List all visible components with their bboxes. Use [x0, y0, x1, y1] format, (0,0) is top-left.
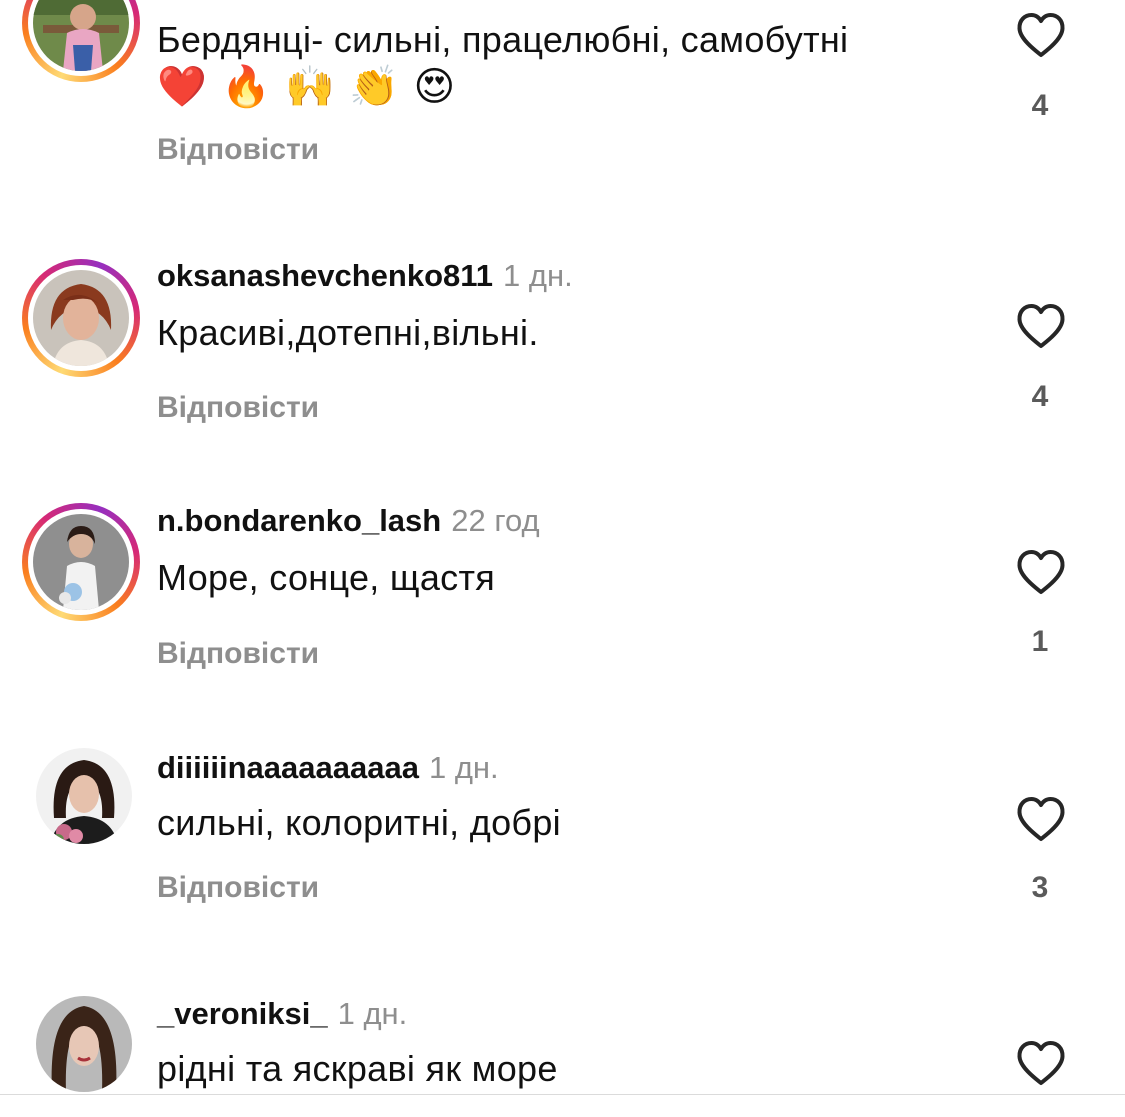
avatar-photo [36, 748, 132, 844]
avatar[interactable] [22, 503, 140, 621]
comment-header: _veroniksi_ 1 дн. [157, 996, 407, 1032]
avatar[interactable] [22, 0, 140, 82]
timestamp: 1 дн. [337, 996, 408, 1031]
timestamp: 1 дн. [503, 258, 573, 293]
avatar[interactable] [22, 259, 140, 377]
comment-text: Красиві,дотепні,вільні. [157, 312, 539, 353]
username[interactable]: oksanashevchenko811 [157, 258, 493, 293]
like-count[interactable]: 4 [1020, 380, 1060, 414]
username[interactable]: _veroniksi_ [157, 996, 328, 1031]
comment-text: Море, сонце, щастя [157, 557, 496, 598]
reply-button[interactable]: Відповісти [157, 871, 319, 905]
comment-text: сильні, колоритні, добрі [157, 802, 561, 843]
reply-button[interactable]: Відповісти [157, 637, 319, 671]
username[interactable]: diiiiiinaaaaaaaaaa [157, 750, 419, 785]
heart-outline-icon[interactable] [1016, 12, 1066, 58]
timestamp: 1 дн. [428, 750, 499, 785]
comment-text: Бердянці- сильні, працелюбні, самобутні [157, 19, 849, 60]
heart-outline-icon[interactable] [1016, 1040, 1066, 1086]
heart-emoji: ❤️ [157, 65, 208, 109]
bottom-divider [0, 1094, 1125, 1117]
heart-outline-icon[interactable] [1016, 303, 1066, 349]
reply-button[interactable]: Відповісти [157, 391, 319, 425]
avatar-photo [33, 0, 129, 71]
avatar-photo [33, 514, 129, 610]
like-count[interactable]: 1 [1020, 625, 1060, 659]
comment-text: рідні та яскраві як море [157, 1048, 558, 1089]
heart-outline-icon[interactable] [1016, 549, 1066, 595]
fire-emoji: 🔥 [221, 65, 272, 109]
like-count[interactable]: 4 [1020, 89, 1060, 123]
raising-hands-emoji: 🙌 [285, 65, 336, 109]
like-count[interactable]: 3 [1020, 871, 1060, 905]
avatar-photo [33, 270, 129, 366]
avatar-photo [36, 996, 132, 1092]
comment-header: diiiiiinaaaaaaaaaa 1 дн. [157, 750, 499, 786]
comment-header: n.bondarenko_lash 22 год [157, 503, 540, 539]
heart-eyes-emoji: 😍 [413, 65, 456, 109]
comment-header: oksanashevchenko811 1 дн. [157, 258, 573, 294]
username[interactable]: n.bondarenko_lash [157, 503, 441, 538]
reply-button[interactable]: Відповісти [157, 133, 319, 167]
avatar[interactable] [22, 734, 140, 852]
comment-emojis: ❤️ 🔥 🙌 👏 😍 [157, 62, 469, 113]
clapping-hands-emoji: 👏 [349, 65, 400, 109]
avatar[interactable] [22, 982, 140, 1100]
timestamp: 22 год [451, 503, 540, 538]
heart-outline-icon[interactable] [1016, 796, 1066, 842]
